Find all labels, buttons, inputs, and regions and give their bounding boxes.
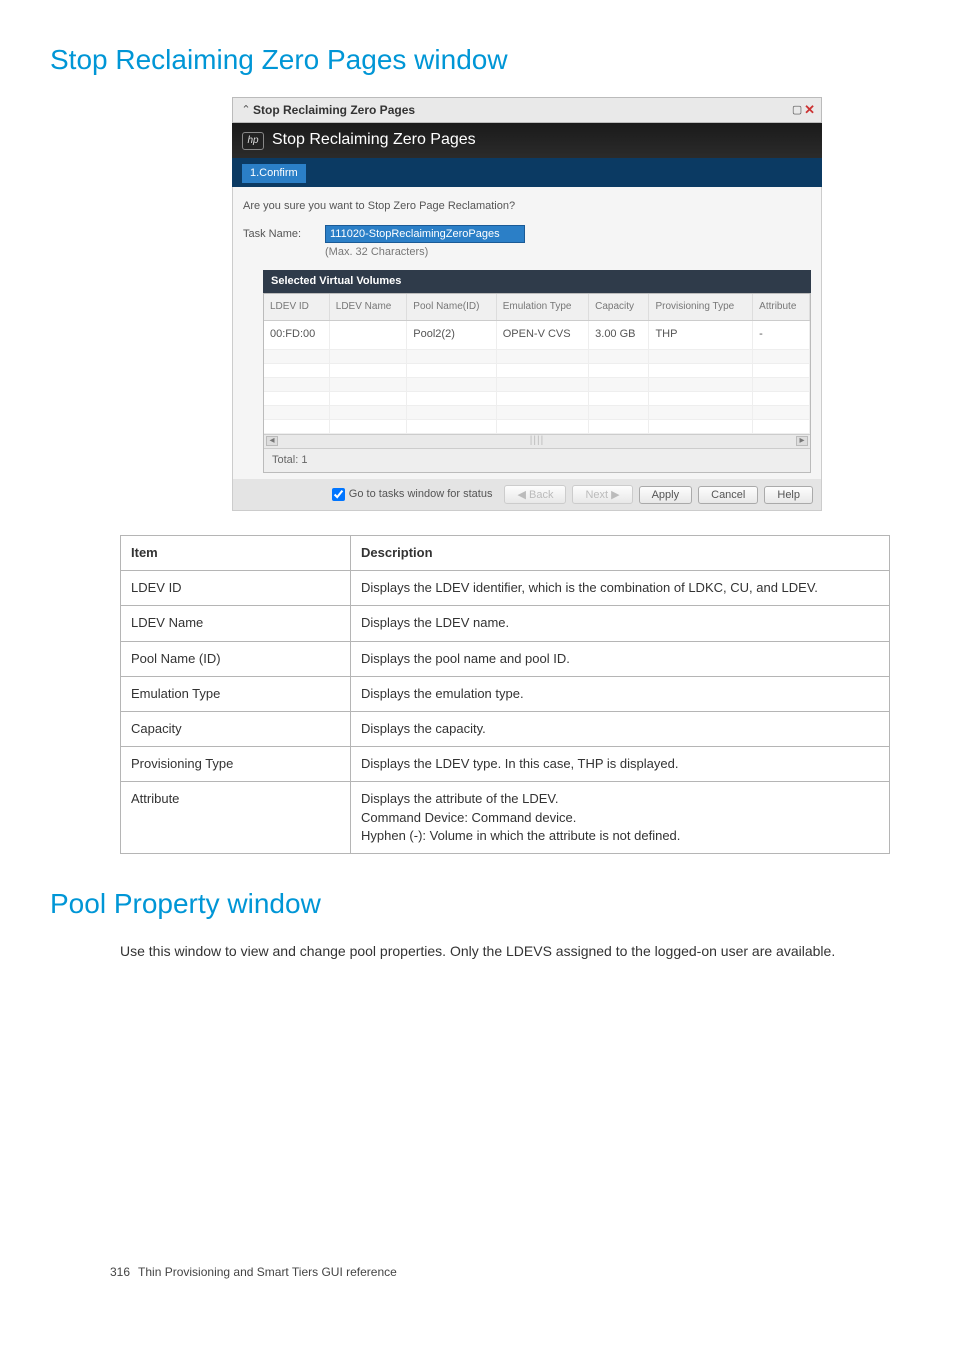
desc-description: Displays the LDEV identifier, which is t… — [351, 571, 890, 606]
chapter-title: Thin Provisioning and Smart Tiers GUI re… — [138, 1264, 397, 1281]
dialog-footer: Go to tasks window for status ◀ Back Nex… — [232, 479, 822, 511]
dialog-titlebar: ⌃ Stop Reclaiming Zero Pages ▢ ✕ — [232, 97, 822, 123]
desc-row: Emulation TypeDisplays the emulation typ… — [121, 676, 890, 711]
col-pool[interactable]: Pool Name(ID) — [407, 294, 496, 321]
desc-row: AttributeDisplays the attribute of the L… — [121, 782, 890, 854]
cell-capacity: 3.00 GB — [589, 321, 649, 349]
table-row — [264, 405, 810, 419]
desc-head-item: Item — [121, 536, 351, 571]
desc-row: LDEV NameDisplays the LDEV name. — [121, 606, 890, 641]
hp-logo-icon: hp — [242, 132, 264, 150]
table-row — [264, 363, 810, 377]
col-capacity[interactable]: Capacity — [589, 294, 649, 321]
desc-row: CapacityDisplays the capacity. — [121, 712, 890, 747]
table-horizontal-scrollbar[interactable]: ◂ |||| ▸ — [264, 434, 810, 448]
wizard-step-label: 1.Confirm — [242, 164, 306, 183]
scroll-left-icon[interactable]: ◂ — [266, 436, 278, 446]
cell-ldev-name — [329, 321, 407, 349]
desc-item: Pool Name (ID) — [121, 641, 351, 676]
desc-description: Displays the LDEV type. In this case, TH… — [351, 747, 890, 782]
pool-property-text: Use this window to view and change pool … — [120, 941, 900, 961]
dialog-window: ⌃ Stop Reclaiming Zero Pages ▢ ✕ hp Stop… — [232, 97, 822, 511]
desc-item: LDEV Name — [121, 606, 351, 641]
back-button[interactable]: ◀ Back — [504, 485, 566, 504]
task-name-label: Task Name: — [243, 225, 313, 242]
wizard-step-bar: 1.Confirm — [232, 158, 822, 187]
description-table: Item Description LDEV IDDisplays the LDE… — [120, 535, 890, 854]
dialog-header: hp Stop Reclaiming Zero Pages — [232, 123, 822, 157]
col-ldev-id[interactable]: LDEV ID — [264, 294, 329, 321]
dialog-body: Are you sure you want to Stop Zero Page … — [232, 187, 822, 479]
apply-button[interactable]: Apply — [639, 486, 693, 504]
cell-pool: Pool2(2) — [407, 321, 496, 349]
volumes-table: LDEV ID LDEV Name Pool Name(ID) Emulatio… — [263, 293, 811, 473]
desc-item: Emulation Type — [121, 676, 351, 711]
cell-attr: - — [753, 321, 810, 349]
dialog-window-title: Stop Reclaiming Zero Pages — [253, 102, 790, 119]
task-name-hint: (Max. 32 Characters) — [325, 245, 811, 260]
table-row — [264, 419, 810, 433]
page-number: 316 — [110, 1264, 130, 1281]
dialog-header-title: Stop Reclaiming Zero Pages — [272, 129, 476, 151]
desc-item: Attribute — [121, 782, 351, 854]
col-emulation[interactable]: Emulation Type — [496, 294, 588, 321]
table-row — [264, 391, 810, 405]
desc-description: Displays the pool name and pool ID. — [351, 641, 890, 676]
confirm-question: Are you sure you want to Stop Zero Page … — [243, 199, 811, 214]
go-to-tasks-input[interactable] — [332, 488, 345, 501]
table-row[interactable]: 00:FD:00 Pool2(2) OPEN-V CVS 3.00 GB THP… — [264, 321, 810, 349]
page-footer: 316 Thin Provisioning and Smart Tiers GU… — [110, 1264, 397, 1281]
desc-description: Displays the emulation type. — [351, 676, 890, 711]
cell-ldev-id: 00:FD:00 — [264, 321, 329, 349]
desc-description: Displays the attribute of the LDEV.Comma… — [351, 782, 890, 854]
close-icon[interactable]: ✕ — [804, 101, 815, 119]
desc-item: LDEV ID — [121, 571, 351, 606]
go-to-tasks-label: Go to tasks window for status — [349, 487, 493, 502]
heading-stop-reclaiming: Stop Reclaiming Zero Pages window — [50, 40, 954, 79]
table-row — [264, 349, 810, 363]
desc-description: Displays the LDEV name. — [351, 606, 890, 641]
cell-prov: THP — [649, 321, 753, 349]
col-attr[interactable]: Attribute — [753, 294, 810, 321]
desc-item: Provisioning Type — [121, 747, 351, 782]
col-ldev-name[interactable]: LDEV Name — [329, 294, 407, 321]
desc-item: Capacity — [121, 712, 351, 747]
selected-volumes-title: Selected Virtual Volumes — [263, 270, 811, 293]
desc-row: LDEV IDDisplays the LDEV identifier, whi… — [121, 571, 890, 606]
collapse-icon[interactable]: ⌃ — [239, 103, 253, 118]
scroll-right-icon[interactable]: ▸ — [796, 436, 808, 446]
desc-row: Pool Name (ID)Displays the pool name and… — [121, 641, 890, 676]
next-button[interactable]: Next ▶ — [572, 485, 632, 504]
cancel-button[interactable]: Cancel — [698, 486, 758, 504]
desc-head-desc: Description — [351, 536, 890, 571]
desc-description: Displays the capacity. — [351, 712, 890, 747]
heading-pool-property: Pool Property window — [50, 884, 954, 923]
cell-emulation: OPEN-V CVS — [496, 321, 588, 349]
table-row — [264, 377, 810, 391]
desc-row: Provisioning TypeDisplays the LDEV type.… — [121, 747, 890, 782]
task-name-input[interactable] — [325, 225, 525, 243]
help-button[interactable]: Help — [764, 486, 813, 504]
go-to-tasks-checkbox[interactable]: Go to tasks window for status — [332, 487, 493, 502]
restore-icon[interactable]: ▢ — [790, 103, 804, 118]
table-total: Total: 1 — [264, 448, 810, 472]
col-prov[interactable]: Provisioning Type — [649, 294, 753, 321]
